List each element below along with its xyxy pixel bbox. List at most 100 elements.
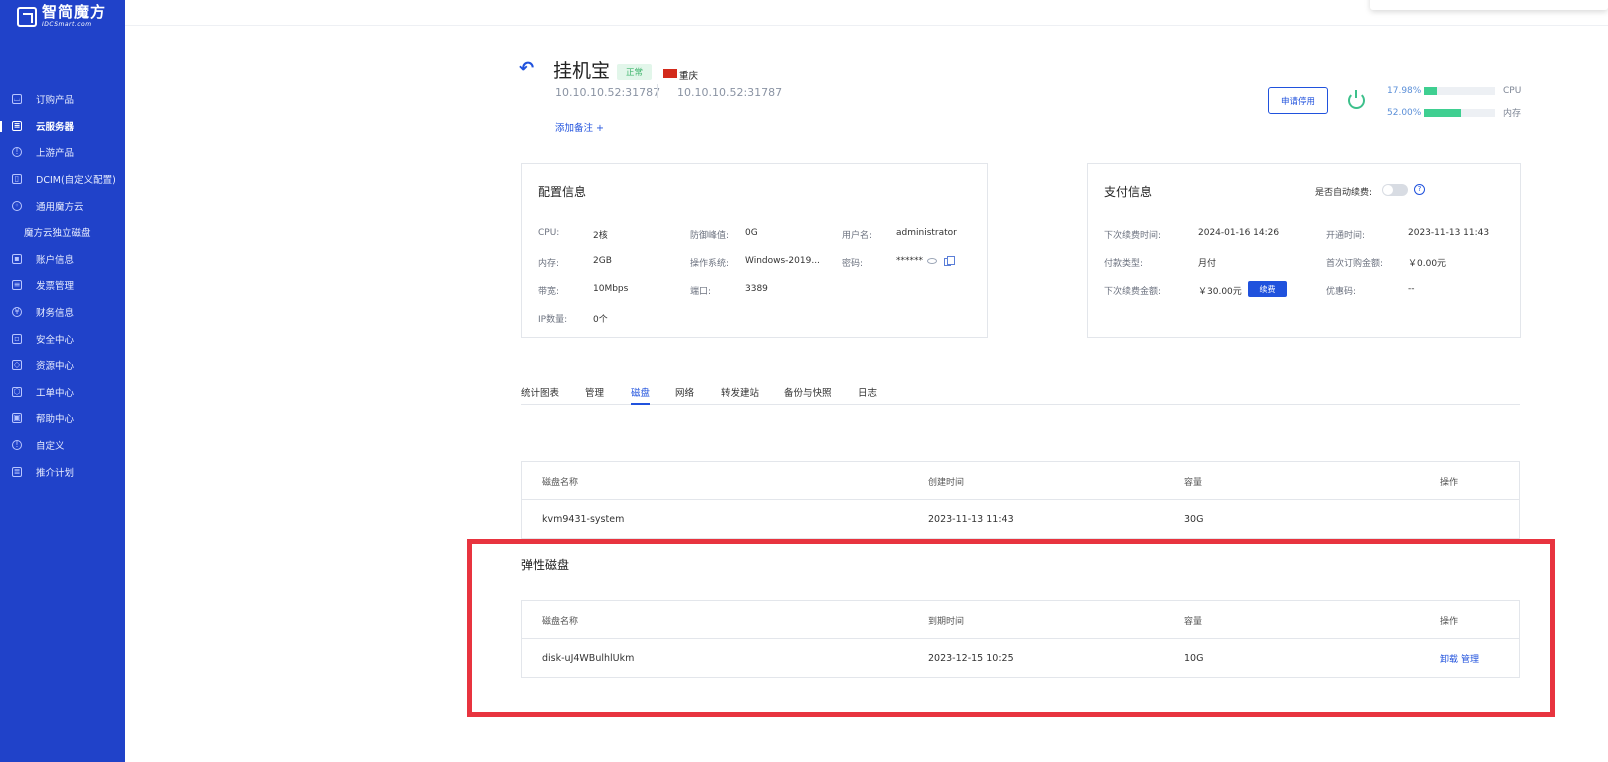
sidebar-item-label: 工单中心: [36, 387, 75, 399]
table-row: kvm9431-system 2023-11-13 11:43 30G: [522, 500, 1519, 538]
manage-link[interactable]: 管理: [1461, 652, 1479, 665]
sidebar-item-custom[interactable]: ! 自定义: [0, 432, 125, 459]
sidebar-item-ticket[interactable]: ⬡ 工单中心: [0, 379, 125, 406]
ip-address[interactable]: 10.10.10.52:31787: [555, 86, 660, 99]
tab-stats[interactable]: 统计图表: [521, 385, 559, 405]
coupon-value: --: [1408, 284, 1415, 294]
memory-usage-label: 内存: [1503, 109, 1522, 119]
sidebar-nav: ⌴ 订购产品 ≡ 云服务器 ! 上游产品 ▯ DCIM(自定义配置) ◦ 通用魔方云 魔方…: [0, 86, 125, 485]
back-arrow-icon[interactable]: ↶: [519, 60, 537, 78]
user-card-icon: ▪: [12, 253, 22, 264]
sidebar-item-label: 自定义: [36, 441, 65, 453]
sidebar-item-referral[interactable]: ≣ 推介计划: [0, 458, 125, 485]
memory-value: 2GB: [593, 256, 612, 266]
column-header: 到期时间: [928, 616, 965, 627]
elastic-disk-title: 弹性磁盘: [521, 558, 570, 572]
tab-backup[interactable]: 备份与快照: [784, 385, 832, 405]
cart-icon: ⌴: [12, 94, 22, 105]
add-note-link[interactable]: 添加备注 +: [555, 120, 604, 134]
brand-logo[interactable]: 智简魔方 IDCSmart.com: [17, 5, 106, 28]
table-header: 磁盘名称 到期时间 容量 操作: [522, 601, 1519, 639]
show-password-icon[interactable]: [927, 258, 937, 264]
sidebar-item-cloud-server[interactable]: ≡ 云服务器: [0, 113, 125, 140]
cpu-usage: 17.98% CPU: [1387, 86, 1521, 96]
sidebar-item-label: 发票管理: [36, 281, 75, 293]
config-title: 配置信息: [538, 185, 587, 199]
cpu-usage-percent: 17.98%: [1387, 86, 1422, 96]
bandwidth-label: 带宽:: [538, 287, 560, 297]
password-label: 密码:: [842, 259, 864, 269]
info-icon: !: [12, 147, 22, 158]
os-label: 操作系统:: [690, 259, 730, 269]
renew-button[interactable]: 续费: [1248, 281, 1287, 297]
sidebar-item-security[interactable]: ▫ 安全中心: [0, 325, 125, 352]
system-disk-table: 磁盘名称 创建时间 容量 操作 kvm9431-system 2023-11-1…: [521, 461, 1520, 539]
box-icon: ⬡: [12, 386, 22, 397]
first-amount-label: 首次订购金额:: [1326, 259, 1384, 269]
port-label: 端口:: [690, 287, 712, 297]
apply-stop-button[interactable]: 申请停用: [1268, 87, 1328, 114]
auto-renew-toggle[interactable]: [1382, 184, 1408, 196]
tab-disk[interactable]: 磁盘: [631, 385, 651, 405]
doc-icon: ≣: [12, 466, 22, 477]
help-book-icon: ▣: [12, 413, 22, 424]
sidebar-item-label: 账户信息: [36, 254, 75, 266]
cpu-usage-bar: [1424, 87, 1495, 95]
table-header: 磁盘名称 创建时间 容量 操作: [522, 462, 1519, 500]
ip-count-value: 0个: [593, 315, 608, 325]
column-header: 磁盘名称: [542, 477, 579, 488]
tab-network[interactable]: 网络: [675, 385, 694, 405]
os-value: Windows-2019...: [745, 256, 820, 266]
port-value: 3389: [745, 284, 768, 294]
cpu-usage-label: CPU: [1503, 86, 1522, 96]
disk-actions: 卸载 管理: [1440, 639, 1479, 677]
sidebar-item-upstream[interactable]: ! 上游产品: [0, 139, 125, 166]
unmount-link[interactable]: 卸载: [1440, 652, 1458, 665]
table-row: disk-uJ4WBulhlUkm 2023-12-15 10:25 10G 卸…: [522, 639, 1519, 677]
region-label: 重庆: [679, 71, 699, 82]
sidebar-item-invoice[interactable]: ≡ 发票管理: [0, 272, 125, 299]
payment-card: 支付信息 是否自动续费: ? 下次续费时间: 2024-01-16 14:26 …: [1087, 163, 1521, 338]
sidebar-item-resource[interactable]: ◇ 资源中心: [0, 352, 125, 379]
ip-address-secondary[interactable]: 10.10.10.52:31787: [677, 86, 782, 99]
sidebar-item-label: 通用魔方云: [36, 201, 84, 213]
memory-usage-percent: 52.00%: [1387, 107, 1422, 118]
sidebar-item-label: 帮助中心: [36, 414, 75, 426]
tab-forwarding[interactable]: 转发建站: [721, 385, 759, 405]
sidebar-item-general-cloud[interactable]: ◦ 通用魔方云: [0, 192, 125, 219]
sidebar-item-label: 资源中心: [36, 361, 75, 373]
bookmark-icon: ▯: [12, 174, 22, 185]
sidebar-item-order[interactable]: ⌴ 订购产品: [0, 86, 125, 113]
sidebar-item-account[interactable]: ▪ 账户信息: [0, 246, 125, 273]
disk-created-time: 2023-11-13 11:43: [928, 513, 1014, 525]
sidebar-item-cloud-disk[interactable]: 魔方云独立磁盘: [0, 219, 125, 246]
invoice-icon: ≡: [12, 280, 22, 291]
sidebar-item-label: 财务信息: [36, 308, 75, 320]
info-circle-icon: !: [12, 440, 22, 451]
memory-usage: 52.00% 内存: [1387, 106, 1522, 120]
tab-logs[interactable]: 日志: [858, 385, 877, 405]
disk-name: disk-uJ4WBulhlUkm: [542, 652, 635, 664]
help-icon[interactable]: ?: [1414, 184, 1425, 195]
column-header: 操作: [1440, 477, 1459, 488]
copy-icon[interactable]: [944, 256, 955, 266]
top-bar: [125, 0, 1608, 26]
sidebar-item-label: 上游产品: [36, 148, 75, 160]
lock-icon: ▫: [12, 333, 22, 344]
next-amount-value: ￥30.00元: [1198, 287, 1242, 297]
sidebar-item-label: 推介计划: [36, 467, 75, 479]
disk-name: kvm9431-system: [542, 513, 625, 525]
disk-size: 30G: [1184, 513, 1204, 525]
ip-count-label: IP数量:: [538, 315, 568, 325]
tab-manage[interactable]: 管理: [585, 385, 604, 405]
sidebar-item-help[interactable]: ▣ 帮助中心: [0, 405, 125, 432]
memory-usage-fill: [1424, 108, 1461, 117]
top-dropdown: [1370, 0, 1608, 10]
power-icon[interactable]: [1348, 90, 1365, 109]
column-header: 容量: [1184, 477, 1203, 488]
column-header: 创建时间: [928, 477, 965, 488]
cpu-value: 2核: [593, 231, 608, 241]
next-renew-label: 下次续费时间:: [1104, 231, 1162, 241]
sidebar-item-dcim[interactable]: ▯ DCIM(自定义配置): [0, 166, 125, 193]
sidebar-item-finance[interactable]: ¥ 财务信息: [0, 299, 125, 326]
